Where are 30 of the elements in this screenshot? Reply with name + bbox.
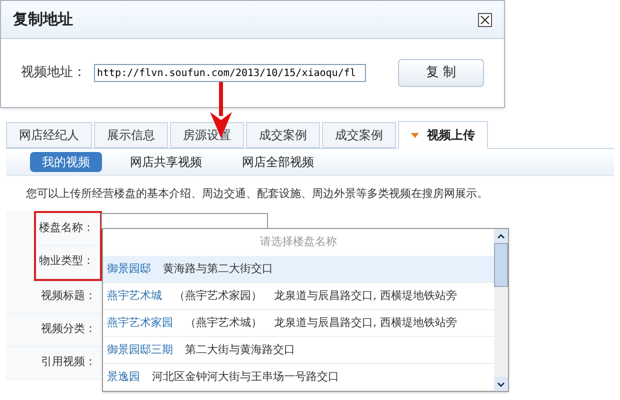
subtab[interactable]: 我的视频	[30, 152, 102, 172]
close-icon[interactable]	[478, 12, 492, 26]
form-label: 引用视频：	[41, 354, 96, 370]
caret-icon	[411, 132, 419, 138]
form-label: 楼盘名称：	[39, 220, 94, 236]
tab[interactable]: 成交案例	[322, 122, 396, 148]
field-label: 视频地址：	[21, 64, 86, 82]
dropdown-option[interactable]: 燕宇艺术城 （燕宇艺术家园） 龙泉道与辰昌路交口, 西横堤地铁站旁	[103, 282, 494, 310]
dropdown-option[interactable]: 御景园邸三期 第二大街与黄海路交口	[103, 336, 494, 364]
subtab[interactable]: 网店共享视频	[118, 152, 214, 172]
tab[interactable]: 展示信息	[94, 122, 168, 148]
dropdown-option[interactable]: 御景园邸 黄海路与第二大街交口	[103, 256, 494, 283]
dropdown-option[interactable]: 燕宇艺术家园 （燕宇艺术城） 龙泉道与辰昌路交口, 西横堤地铁站旁	[103, 310, 494, 337]
scrollbar[interactable]	[494, 229, 508, 391]
name-field[interactable]	[101, 213, 268, 229]
tab[interactable]: 网店经纪人	[6, 122, 92, 148]
notice-text: 您可以上传所经营楼盘的基本介绍、周边交通、配套设施、周边外景等多类视频在搜房网展示。	[26, 187, 488, 200]
dialog-title: 复制地址	[13, 9, 73, 30]
form-label: 物业类型：	[39, 253, 94, 270]
scroll-up-icon[interactable]	[497, 234, 505, 238]
form-label: 视频分类：	[41, 321, 96, 338]
copy-button[interactable]: 复 制	[398, 59, 484, 87]
tab[interactable]: 成交案例	[246, 122, 320, 148]
scroll-down-icon[interactable]	[497, 382, 505, 386]
tab[interactable]: 视频上传	[398, 121, 488, 149]
url-field[interactable]: http://flvn.soufun.com/2013/10/15/xiaoqu/fl	[94, 64, 366, 82]
form-label: 视频标题：	[41, 288, 96, 304]
dropdown-header: 请选择楼盘名称	[260, 234, 337, 250]
subtab[interactable]: 网店全部视频	[230, 152, 326, 172]
dropdown-option[interactable]: 景逸园 河北区金钟河大街与王串场一号路交口	[103, 364, 494, 391]
